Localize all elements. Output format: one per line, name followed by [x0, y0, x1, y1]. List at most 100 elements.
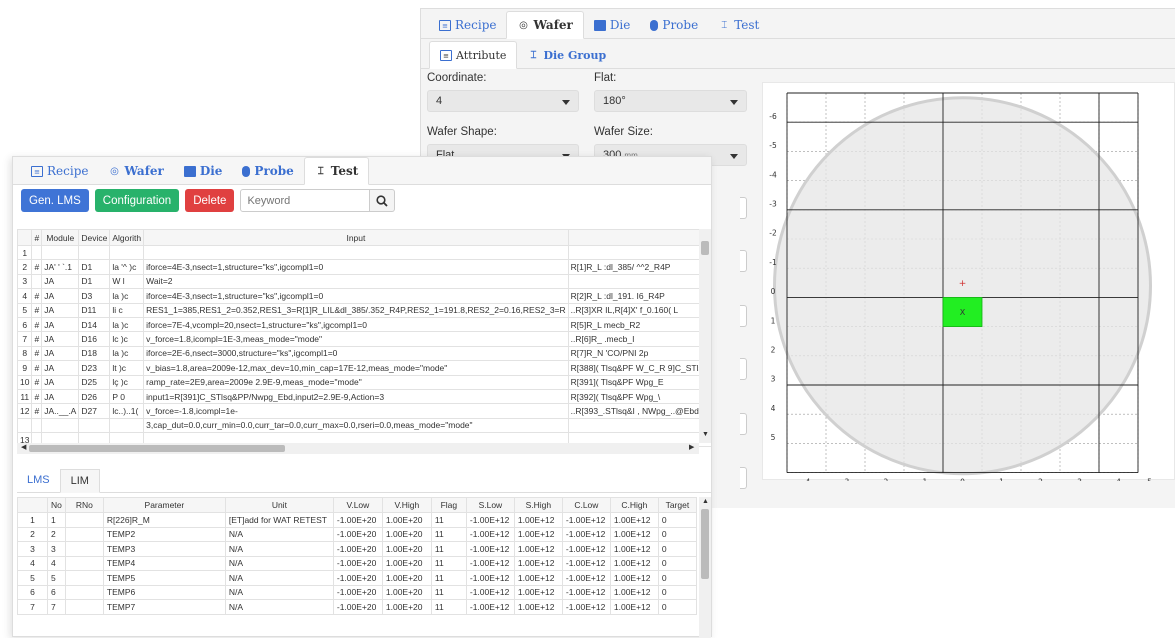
table-cell[interactable]: 1.00E+20	[381, 512, 432, 528]
table-cell[interactable]: -1.00E+12	[561, 584, 611, 600]
table-cell[interactable]: 1.00E+12	[513, 512, 563, 528]
table-cell[interactable]: 9	[17, 360, 33, 376]
table-row[interactable]: 11 # JA D26 P 0 input1=R[391]C_STlsq&PP/Nwpg_…	[17, 388, 711, 405]
table-cell[interactable]	[64, 512, 104, 528]
table-cell[interactable]: D27	[78, 403, 111, 419]
table-cell[interactable]: -1.00E+12	[561, 599, 611, 615]
table-cell[interactable]: 5	[47, 570, 66, 586]
table-cell[interactable]: -1.00E+12	[561, 570, 611, 586]
table-cell[interactable]: N/A	[224, 570, 334, 586]
table-cell[interactable]	[41, 417, 80, 434]
table-cell[interactable]: #	[31, 316, 43, 333]
table-cell[interactable]: lc..)..1(	[109, 403, 145, 419]
table-cell[interactable]: -1.00E+12	[465, 526, 515, 542]
table-cell[interactable]: 5	[17, 570, 48, 586]
column-header[interactable]: S.High	[513, 497, 563, 513]
table-cell[interactable]: -1.00E+20	[332, 555, 383, 571]
column-header[interactable]: V.Low	[332, 497, 383, 513]
table-row[interactable]: 5 # JA D11 li c RES1_1=385,RES1_2=0.352,RES1_…	[17, 302, 711, 318]
table-row[interactable]: 1 1 R[226]R_M [ET]add for WAT RETEST -1.00E+…	[17, 512, 697, 528]
table-cell[interactable]: P 0	[109, 388, 145, 405]
tab-wafer[interactable]: ◎ Wafer	[506, 11, 584, 39]
tab-recipe[interactable]: ≡ Recipe	[429, 12, 506, 38]
tab-lms[interactable]: LMS	[17, 468, 60, 492]
input-field[interactable]	[740, 358, 747, 380]
table-cell[interactable]: #	[31, 259, 43, 275]
table-cell[interactable]: TEMP3	[102, 541, 226, 557]
table-cell[interactable]: 4	[17, 555, 48, 571]
table-row[interactable]: 3 JA D1 W l Wait=2	[17, 273, 711, 290]
table-cell[interactable]: N/A	[224, 541, 334, 557]
table-cell[interactable]: iforce=2E-6,nsect=3000,structure="ks",ig…	[143, 345, 569, 362]
table-cell[interactable]: 1.00E+20	[381, 541, 432, 557]
table-cell[interactable]: 1.00E+12	[513, 541, 563, 557]
table-row[interactable]: 4 # JA D3 la )c iforce=4E-3,nsect=1,structure…	[17, 288, 711, 304]
table-cell[interactable]: iforce=4E-3,nsect=1,structure="ks",igcom…	[143, 259, 569, 275]
table-row[interactable]: 9 # JA D23 lt )c v_bias=1.8,area=2009e-12,max…	[17, 360, 711, 376]
table-cell[interactable]: JA	[41, 316, 80, 333]
table-cell[interactable]: JA	[41, 288, 80, 304]
table-cell[interactable]: v_bias=1.8,area=2009e-12,max_dev=10,min_…	[143, 360, 569, 376]
table-cell[interactable]: 2	[47, 526, 66, 542]
table-cell[interactable]: 2	[17, 526, 48, 542]
table-cell[interactable]: 7	[17, 599, 48, 615]
table-cell[interactable]: TEMP4	[102, 555, 226, 571]
table-cell[interactable]: -1.00E+12	[465, 541, 515, 557]
table-cell[interactable]	[64, 599, 104, 615]
table-cell[interactable]: 4	[47, 555, 66, 571]
table-cell[interactable]: -1.00E+12	[465, 584, 515, 600]
input-field[interactable]	[740, 467, 747, 489]
column-header[interactable]: C.High	[609, 497, 659, 513]
table-cell[interactable]: 1.00E+20	[381, 599, 432, 615]
scroll-thumb[interactable]	[701, 509, 709, 579]
table-cell[interactable]: #	[31, 403, 43, 419]
table-cell[interactable]: 10	[17, 374, 33, 390]
table-cell[interactable]: #	[31, 288, 43, 304]
table-cell[interactable]: la )c	[109, 316, 145, 333]
table-cell[interactable]: 0	[657, 584, 697, 600]
table-cell[interactable]: 11	[430, 512, 467, 528]
wafer-map-canvas[interactable]: X + -4 -3 -2 -1 0 1 2 3 4 5 -6 -5 -4 -3 -2 -1 0 1 2 3 4 5	[763, 83, 1175, 487]
column-header[interactable]: No	[47, 497, 66, 513]
table-row[interactable]: 6 6 TEMP6 N/A -1.00E+20 1.00E+20 11 -1.00E+12 1.…	[17, 584, 697, 600]
table-cell[interactable]: JA	[41, 388, 80, 405]
table-cell[interactable]: 1.00E+12	[609, 599, 659, 615]
table-cell[interactable]: la '^ )c	[109, 259, 145, 275]
table-cell[interactable]: la )c	[109, 288, 145, 304]
table-cell[interactable]: D23	[78, 360, 111, 376]
table-cell[interactable]	[64, 584, 104, 600]
table-cell[interactable]: iforce=4E-3,nsect=1,structure="ks",igcom…	[143, 288, 569, 304]
table-cell[interactable]: 6	[17, 316, 33, 333]
table-row[interactable]: 8 # JA D18 la )c iforce=2E-6,nsect=3000,struc…	[17, 345, 711, 362]
table-cell[interactable]: 5	[17, 302, 33, 318]
column-header[interactable]: Flag	[430, 497, 467, 513]
table-cell[interactable]: R[1]R_L :dl_385/ ^^2_R4P	[567, 259, 711, 275]
column-header[interactable]: Module	[41, 229, 80, 246]
table-cell[interactable]: -1.00E+20	[332, 584, 383, 600]
column-header[interactable]	[17, 229, 33, 246]
table-cell[interactable]	[41, 244, 80, 261]
table-cell[interactable]: 0	[657, 526, 697, 542]
table-row[interactable]: 1	[17, 244, 711, 261]
column-header[interactable]: #	[31, 229, 43, 246]
table-cell[interactable]: D26	[78, 388, 111, 405]
table-cell[interactable]: N/A	[224, 599, 334, 615]
column-header[interactable]: Algorith	[109, 229, 145, 246]
tab-test[interactable]: ⌶ Test	[708, 12, 769, 38]
table-cell[interactable]: #	[31, 374, 43, 390]
flat-select[interactable]: 180°	[594, 90, 747, 112]
table-cell[interactable]: 3	[47, 541, 66, 557]
table-cell[interactable]	[31, 417, 43, 434]
tab-probe[interactable]: Probe	[640, 12, 708, 38]
table-cell[interactable]: 4	[17, 288, 33, 304]
column-header[interactable]	[567, 229, 711, 246]
table-cell[interactable]: N/A	[224, 526, 334, 542]
table-cell[interactable]: 1.00E+20	[381, 570, 432, 586]
table-cell[interactable]	[567, 417, 711, 434]
scroll-left-icon[interactable]: ◀	[21, 443, 26, 451]
scroll-thumb[interactable]	[701, 241, 709, 255]
table-cell[interactable]: 2	[17, 259, 33, 275]
table-cell[interactable]: 1	[47, 512, 66, 528]
table-cell[interactable]: 1.00E+12	[513, 555, 563, 571]
table-cell[interactable]: R[7]R_N 'CO/PNI 2p	[567, 345, 711, 362]
